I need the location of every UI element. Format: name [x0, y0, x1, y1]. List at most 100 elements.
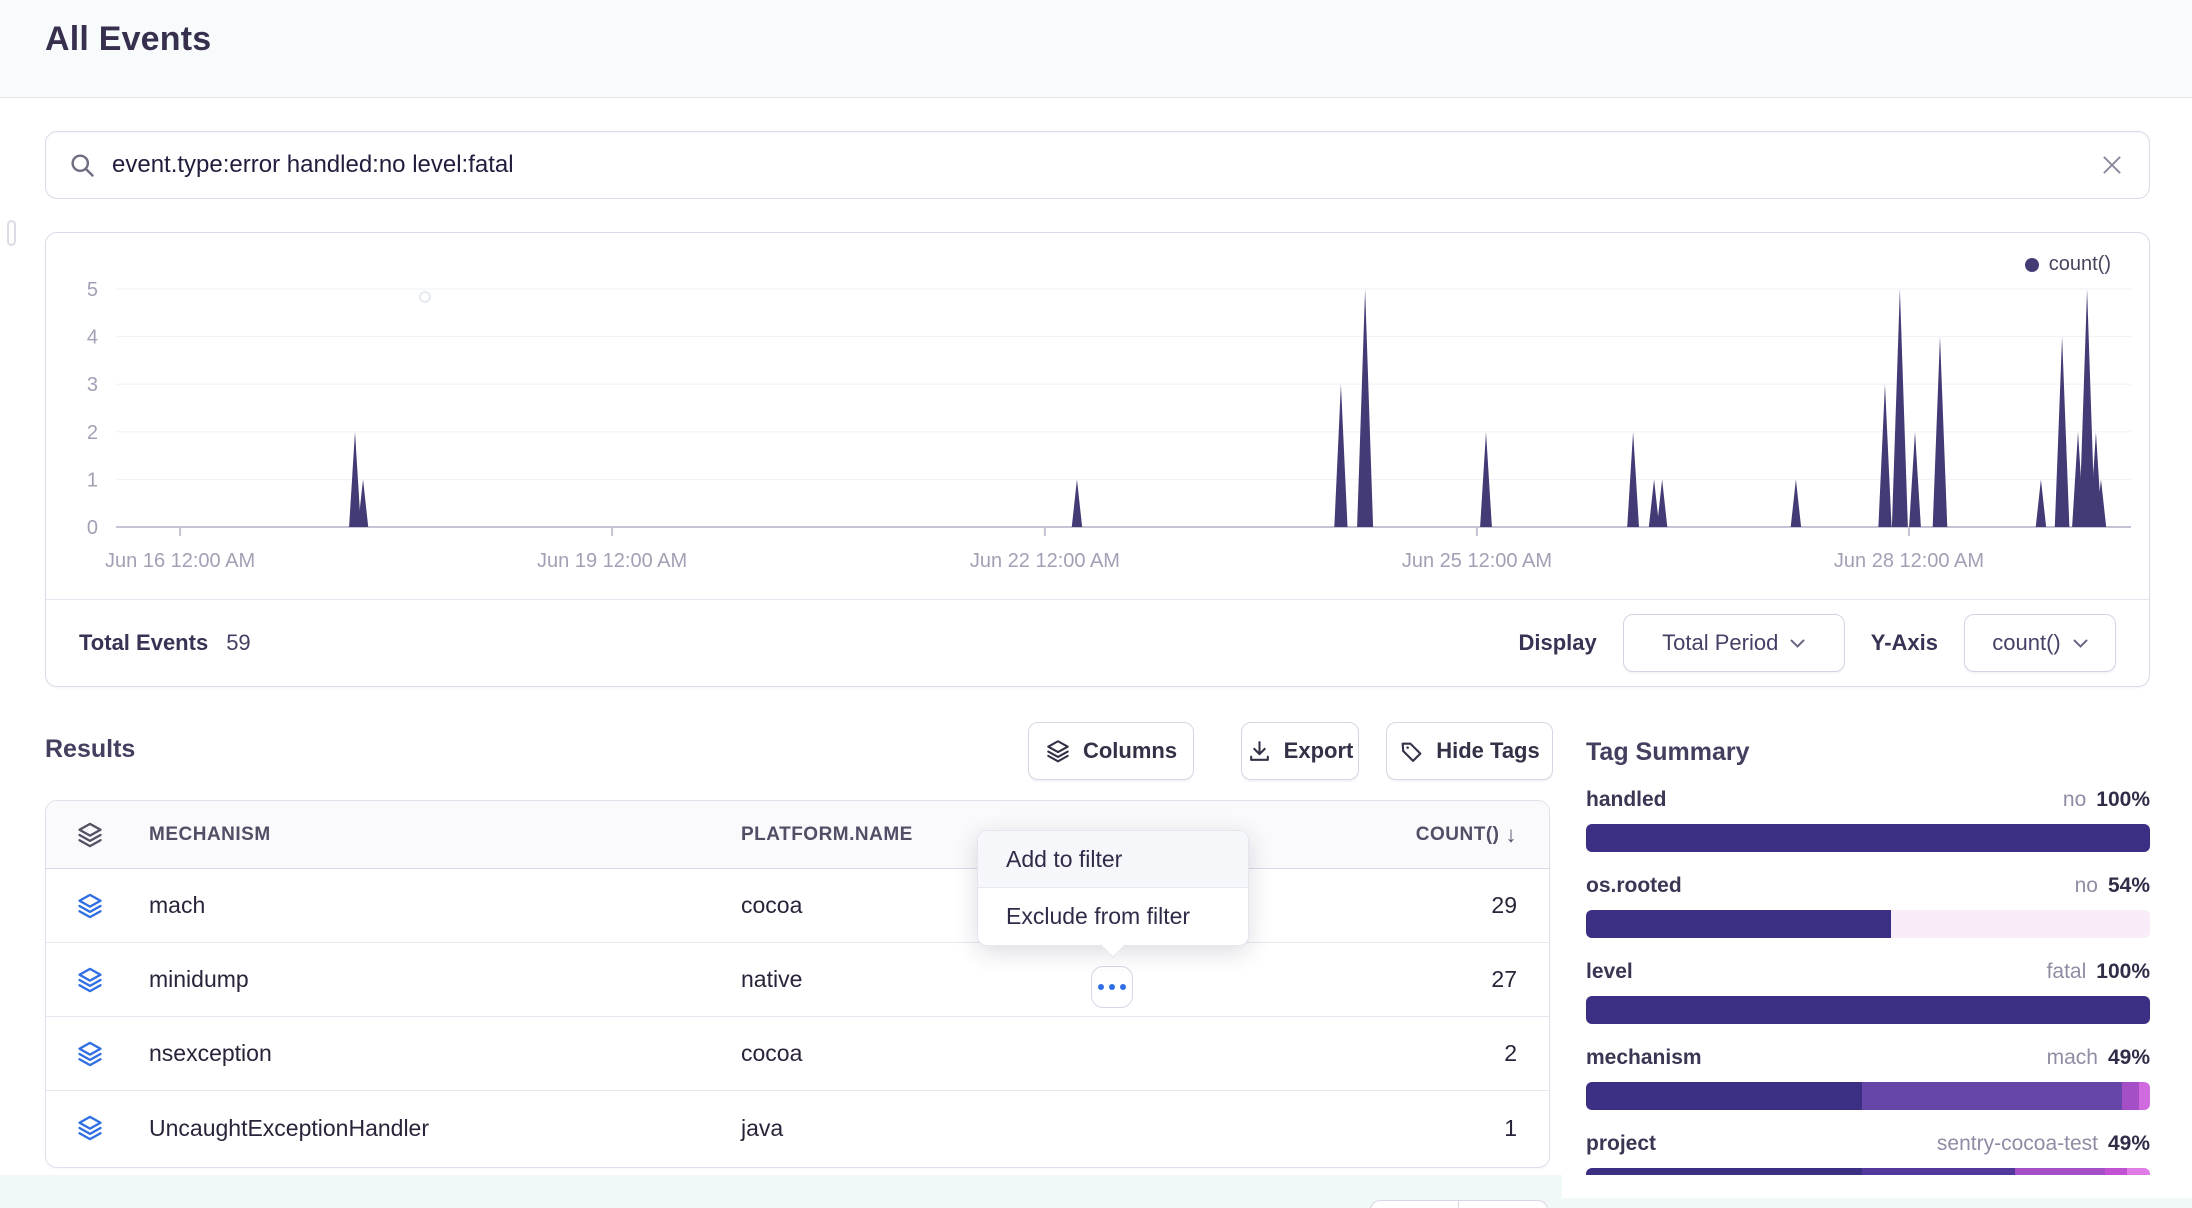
- tag-top-percent: 100%: [2096, 788, 2150, 812]
- tag-bar-segment[interactable]: [1862, 1082, 2121, 1110]
- tag-icon: [1399, 739, 1424, 764]
- page-header: All Events: [0, 0, 2192, 98]
- tag-top-percent: 49%: [2108, 1132, 2150, 1156]
- tag-summary-item: levelfatal100%: [1586, 960, 2150, 1024]
- y-axis-tick: 3: [87, 374, 98, 396]
- clear-search-icon[interactable]: [2099, 152, 2125, 178]
- display-dropdown[interactable]: Total Period: [1623, 614, 1845, 672]
- search-input[interactable]: event.type:error handled:no level:fatal: [112, 151, 2099, 179]
- stack-icon: [76, 821, 104, 854]
- chart-spike: [1657, 479, 1667, 527]
- tag-name: handled: [1586, 788, 1667, 812]
- display-label: Display: [1518, 630, 1596, 656]
- y-axis-tick: 1: [87, 469, 98, 491]
- table-row[interactable]: nsexception cocoa 2: [46, 1017, 1549, 1091]
- tag-distribution-bar[interactable]: [1586, 910, 2150, 938]
- page-title: All Events: [45, 20, 211, 59]
- tag-distribution-bar[interactable]: [1586, 824, 2150, 852]
- yaxis-dropdown-value: count(): [1992, 630, 2060, 656]
- table-row[interactable]: minidump native 27: [46, 943, 1549, 1017]
- download-icon: [1247, 739, 1272, 764]
- events-chart[interactable]: 012345Jun 16 12:00 AMJun 19 12:00 AMJun …: [46, 233, 2149, 601]
- chart-spike: [1334, 384, 1347, 527]
- stack-icon: [76, 1040, 104, 1073]
- chart-spike: [1878, 384, 1891, 527]
- chart-spike: [1357, 289, 1373, 527]
- x-axis-tick: Jun 25 12:00 AM: [1402, 550, 1552, 572]
- pagination-controls: [1370, 1200, 1548, 1208]
- next-page-button[interactable]: [1459, 1200, 1548, 1208]
- cell-platform[interactable]: cocoa: [741, 1017, 802, 1090]
- stack-icon: [76, 892, 104, 925]
- x-axis-tick: Jun 19 12:00 AM: [537, 550, 687, 572]
- total-events-label: Total Events: [79, 630, 208, 656]
- cell-mechanism[interactable]: minidump: [149, 943, 249, 1016]
- yaxis-dropdown[interactable]: count(): [1964, 614, 2116, 672]
- export-button[interactable]: Export: [1241, 722, 1359, 780]
- cell-count[interactable]: 1: [1504, 1091, 1517, 1165]
- x-axis-tick: Jun 16 12:00 AM: [105, 550, 255, 572]
- tag-distribution-bar[interactable]: [1586, 1082, 2150, 1110]
- cell-platform[interactable]: java: [741, 1091, 783, 1165]
- chart-spike: [1649, 479, 1659, 527]
- results-table: MECHANISM PLATFORM.NAME COUNT() ↓ mach co…: [45, 800, 1550, 1168]
- x-axis-tick: Jun 28 12:00 AM: [1834, 550, 1984, 572]
- chevron-down-icon: [1790, 639, 1805, 648]
- tag-name: level: [1586, 960, 1633, 984]
- x-axis-tick: Jun 22 12:00 AM: [970, 550, 1120, 572]
- column-header-mechanism[interactable]: MECHANISM: [149, 801, 271, 869]
- cell-count[interactable]: 29: [1491, 869, 1517, 942]
- search-icon: [68, 151, 96, 179]
- tag-top-percent: 100%: [2096, 960, 2150, 984]
- sort-desc-icon: ↓: [1506, 822, 1518, 848]
- sidebar-drag-handle[interactable]: [7, 220, 16, 246]
- display-dropdown-value: Total Period: [1662, 630, 1778, 656]
- hide-tags-button[interactable]: Hide Tags: [1386, 722, 1553, 780]
- tag-bar-segment[interactable]: [1586, 996, 2150, 1024]
- tag-summary-heading: Tag Summary: [1586, 738, 1749, 767]
- tag-summary-background: [1562, 1175, 2192, 1198]
- cell-actions-button[interactable]: [1091, 966, 1133, 1008]
- column-header-count[interactable]: COUNT() ↓: [1416, 801, 1517, 869]
- chart-spike: [2036, 479, 2046, 527]
- table-row[interactable]: mach cocoa 29: [46, 869, 1549, 943]
- tag-bar-segment[interactable]: [1586, 824, 2150, 852]
- table-header-row: MECHANISM PLATFORM.NAME COUNT() ↓: [46, 801, 1549, 869]
- legend-label: count(): [2049, 253, 2111, 276]
- tag-bar-segment[interactable]: [2139, 1082, 2150, 1110]
- tag-name: os.rooted: [1586, 874, 1682, 898]
- chart-legend[interactable]: count(): [2025, 253, 2111, 276]
- cell-mechanism[interactable]: UncaughtExceptionHandler: [149, 1091, 429, 1165]
- cell-platform[interactable]: native: [741, 943, 802, 1016]
- tag-distribution-bar[interactable]: [1586, 996, 2150, 1024]
- tag-bar-segment[interactable]: [1586, 910, 1891, 938]
- search-bar[interactable]: event.type:error handled:no level:fatal: [45, 131, 2150, 199]
- table-row[interactable]: UncaughtExceptionHandler java 1: [46, 1091, 1549, 1165]
- tag-top-value: mach: [2047, 1046, 2098, 1070]
- tag-bar-segment[interactable]: [2122, 1082, 2139, 1110]
- tag-top-value: sentry-cocoa-test: [1937, 1132, 2098, 1156]
- tag-top-percent: 49%: [2108, 1046, 2150, 1070]
- cell-count[interactable]: 27: [1491, 943, 1517, 1016]
- cell-mechanism[interactable]: mach: [149, 869, 205, 942]
- tag-bar-segment[interactable]: [1586, 1082, 1862, 1110]
- cell-context-menu: Add to filter Exclude from filter: [977, 830, 1249, 946]
- tag-summary-item: mechanismmach49%: [1586, 1046, 2150, 1110]
- column-header-platform[interactable]: PLATFORM.NAME: [741, 801, 913, 869]
- cell-mechanism[interactable]: nsexception: [149, 1017, 272, 1090]
- hide-tags-button-label: Hide Tags: [1436, 738, 1540, 764]
- cell-count[interactable]: 2: [1504, 1017, 1517, 1090]
- menu-item-add-to-filter[interactable]: Add to filter: [978, 831, 1248, 888]
- columns-button[interactable]: Columns: [1028, 722, 1194, 780]
- y-axis-tick: 2: [87, 422, 98, 444]
- tag-name: project: [1586, 1132, 1656, 1156]
- layers-icon: [1045, 738, 1071, 764]
- previous-page-button[interactable]: [1370, 1200, 1459, 1208]
- tag-top-value: no: [2075, 874, 2098, 898]
- tag-summary-item: handledno100%: [1586, 788, 2150, 852]
- table-body: mach cocoa 29 minidump native 27 nsexception co…: [46, 869, 1549, 1165]
- stack-icon: [76, 1114, 104, 1147]
- cell-platform[interactable]: cocoa: [741, 869, 802, 942]
- legend-dot-icon: [2025, 258, 2039, 272]
- chart-spike: [1791, 479, 1801, 527]
